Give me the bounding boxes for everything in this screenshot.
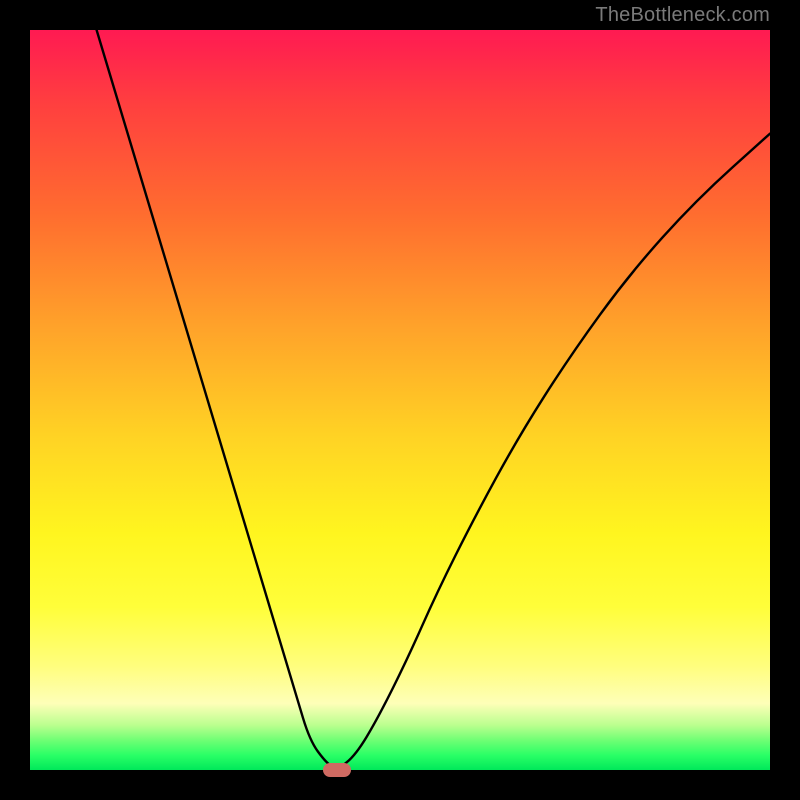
curve-right-path (337, 134, 770, 770)
watermark-text: TheBottleneck.com (595, 4, 770, 27)
minimum-marker (323, 763, 351, 777)
curve-left-path (97, 30, 338, 770)
chart-frame: TheBottleneck.com (0, 0, 800, 800)
bottleneck-curve (30, 30, 770, 770)
plot-area (30, 30, 770, 770)
